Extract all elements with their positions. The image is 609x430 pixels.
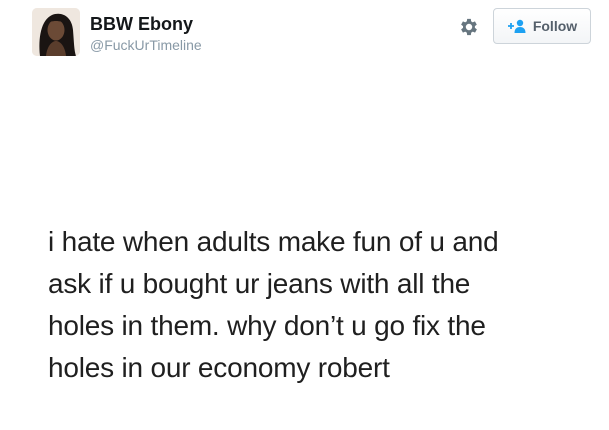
tweet-header: BBW Ebony @FuckUrTimeline Follow <box>32 8 597 60</box>
user-meta: BBW Ebony @FuckUrTimeline <box>90 13 202 54</box>
tweet-line: ask if u bought ur jeans with all the <box>48 268 471 299</box>
avatar[interactable] <box>32 8 80 56</box>
follow-label: Follow <box>532 18 578 34</box>
tweet-text: i hate when adults make fun of u and ask… <box>48 221 588 389</box>
tweet-line: holes in our economy robert <box>48 352 390 383</box>
gear-icon[interactable] <box>458 16 480 38</box>
tweet-line: holes in them. why don’t u go fix the <box>48 310 486 341</box>
username[interactable]: @FuckUrTimeline <box>90 36 202 54</box>
add-user-icon <box>507 19 527 33</box>
display-name[interactable]: BBW Ebony <box>90 13 202 35</box>
follow-button[interactable]: Follow <box>493 8 591 44</box>
tweet-line: i hate when adults make fun of u and <box>48 226 499 257</box>
